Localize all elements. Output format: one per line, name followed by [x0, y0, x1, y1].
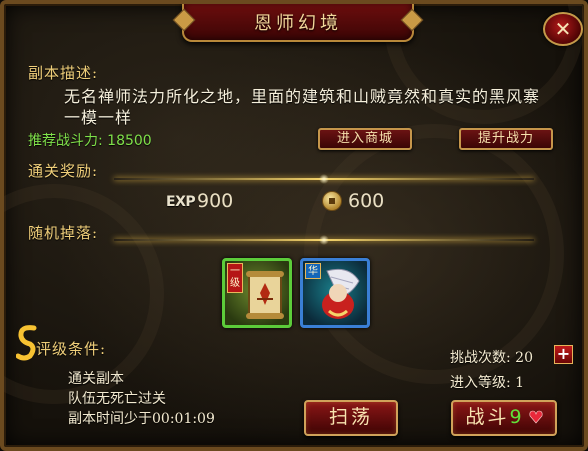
title-banner: 恩师幻境: [182, 4, 414, 42]
dungeon-panel: 恩师幻境 ✕ 副本描述: 无名禅师法力所化之地，里面的建筑和山贼竟然和真实的黑风…: [0, 0, 588, 451]
add-challenge-button[interactable]: +: [554, 345, 573, 364]
challenge-count: 挑战次数: 20: [450, 347, 533, 367]
battle-button[interactable]: 战斗9: [451, 400, 557, 436]
enter-shop-button[interactable]: 进入商城: [318, 128, 412, 150]
coin-icon: [322, 191, 342, 211]
heart-icon: [529, 410, 543, 424]
battle-cost: 9: [509, 406, 525, 428]
description-label: 副本描述:: [28, 64, 99, 82]
entry-level: 进入等级: 1: [450, 372, 524, 392]
level-label: 进入等级:: [450, 375, 511, 391]
divider: [114, 235, 534, 245]
condition-item: 副本时间少于00:01:09: [68, 411, 215, 427]
rating-conditions: 通关副本 队伍无死亡过关 副本时间少于00:01:09: [68, 369, 215, 429]
battle-label: 战斗: [465, 406, 510, 428]
drops-label: 随机掉落:: [28, 224, 99, 242]
challenge-label: 挑战次数:: [450, 350, 511, 366]
description-text: 无名禅师法力所化之地，里面的建筑和山贼竟然和真实的黑风寨一模一样: [64, 87, 541, 127]
condition-item: 队伍无死亡过关: [68, 391, 166, 407]
sweep-button[interactable]: 扫荡: [304, 400, 398, 436]
exp-tag: EXP: [166, 194, 196, 210]
exp-value: 900: [197, 190, 234, 212]
recommended-power: 推荐战斗力: 18500: [28, 130, 152, 150]
drop-item-scroll[interactable]: 一级: [222, 258, 292, 328]
page-title: 恩师幻境: [254, 13, 342, 34]
close-button[interactable]: ✕: [543, 12, 583, 46]
rewards-label: 通关奖励:: [28, 162, 99, 180]
rating-label: 评级条件:: [36, 340, 107, 358]
rating-s-icon: [16, 325, 37, 361]
power-value: 18500: [107, 133, 152, 149]
scroll-icon: [246, 271, 284, 319]
challenge-value: 20: [515, 350, 533, 366]
close-icon: ✕: [554, 17, 572, 41]
divider: [114, 174, 534, 184]
item-badge: 一级: [227, 263, 243, 293]
background-swirl: [304, 124, 564, 384]
level-value: 1: [515, 375, 525, 391]
power-label: 推荐战斗力:: [28, 133, 103, 149]
condition-item: 通关副本: [68, 371, 124, 387]
drop-item-fan[interactable]: 华: [300, 258, 370, 328]
coin-value: 600: [348, 190, 385, 212]
fan-icon: [322, 268, 360, 319]
boost-power-button[interactable]: 提升战力: [459, 128, 553, 150]
